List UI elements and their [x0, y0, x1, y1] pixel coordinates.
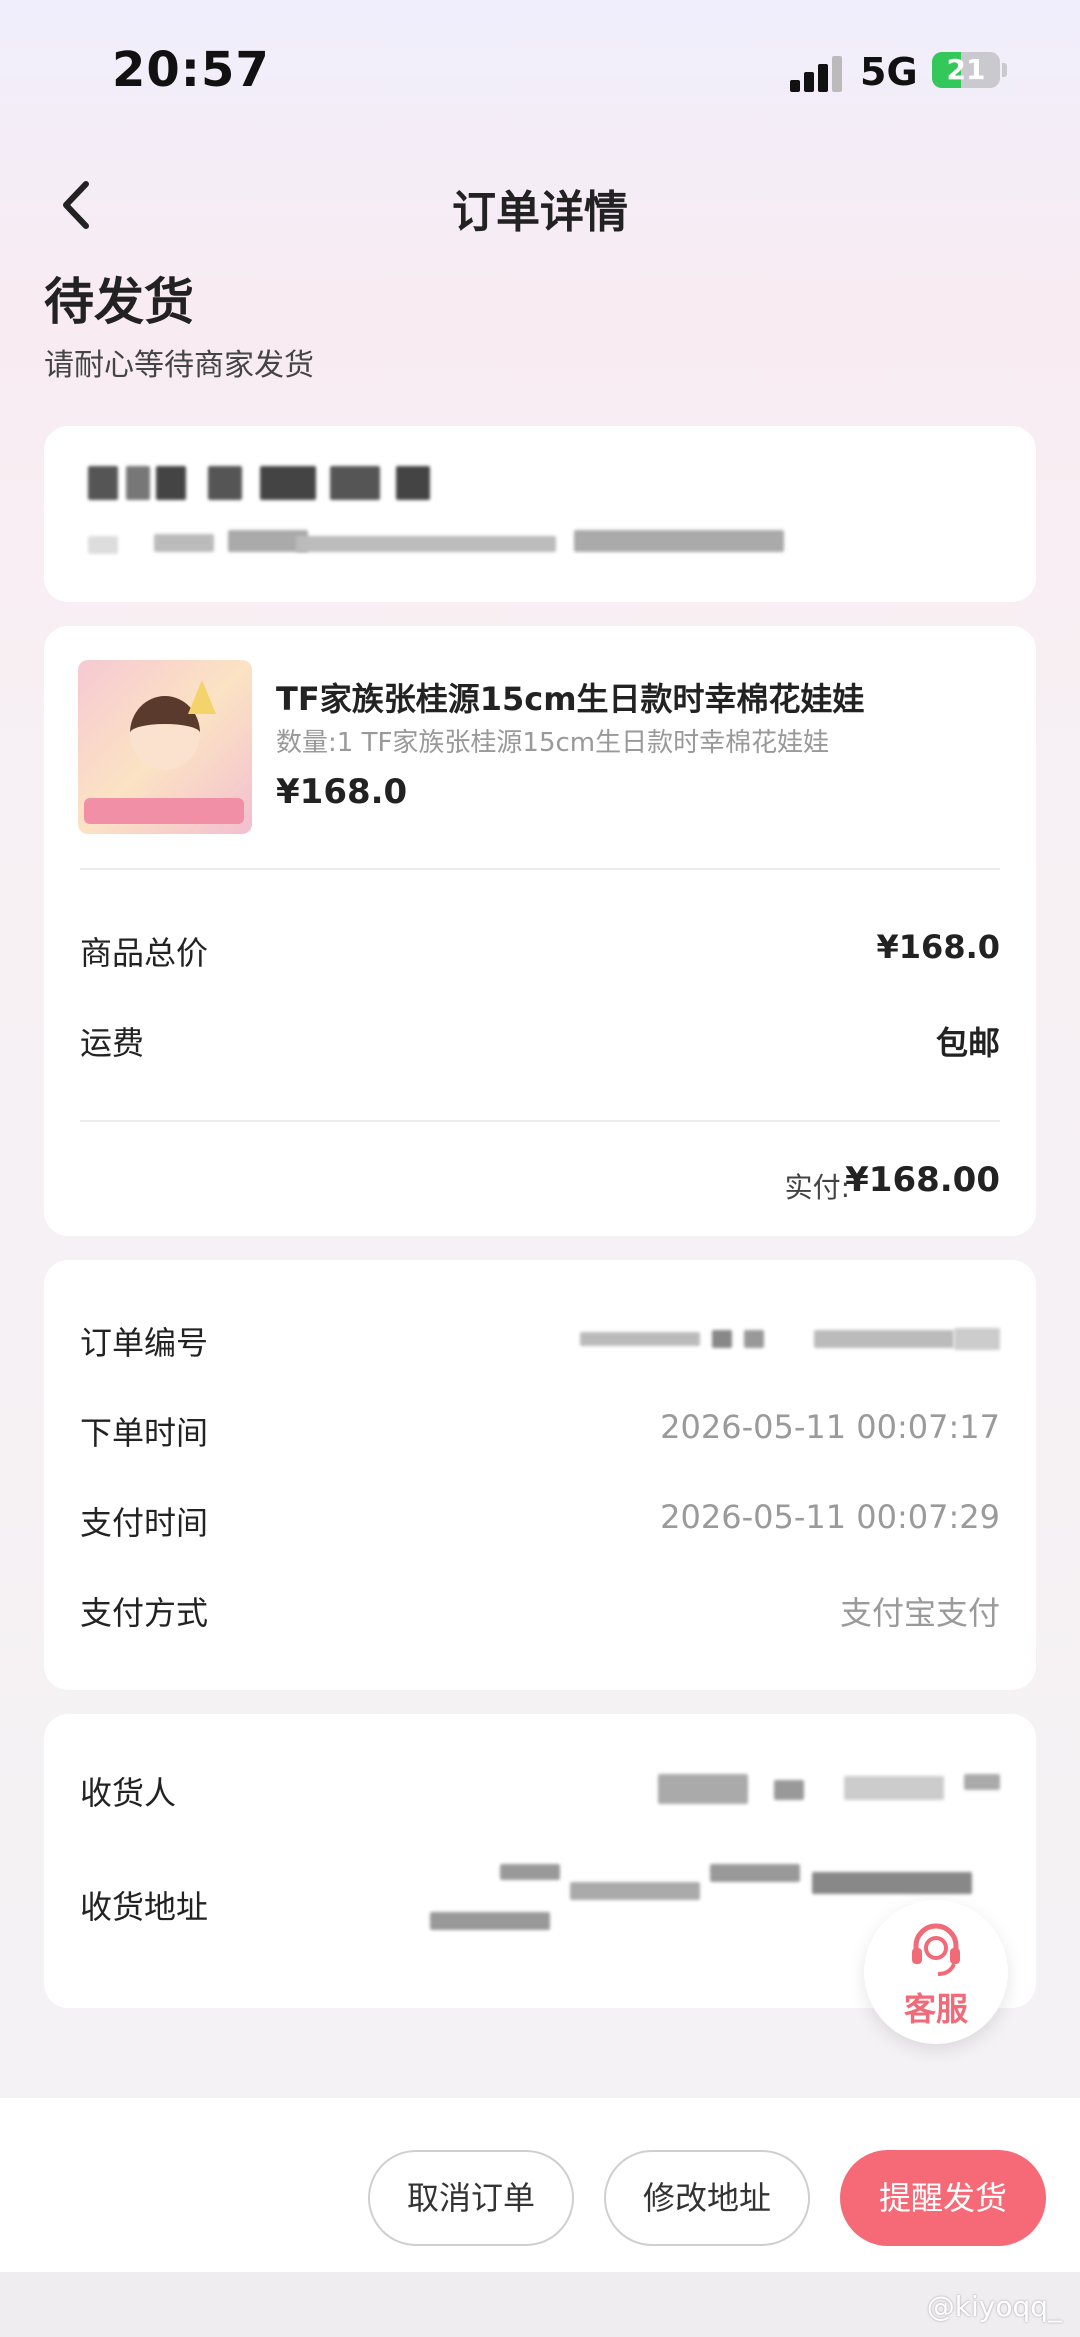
headset-icon — [912, 1923, 960, 1976]
home-indicator-area — [0, 2272, 1080, 2337]
redacted-text — [260, 466, 316, 500]
redacted-order-number — [580, 1332, 700, 1346]
order-time-value: 2026-05-11 00:07:17 — [660, 1408, 1000, 1446]
order-info-card: 订单编号 下单时间 2026-05-11 00:07:17 支付时间 2026-… — [44, 1260, 1036, 1690]
address-label: 收货地址 — [80, 1888, 209, 1926]
redacted-address — [500, 1864, 560, 1880]
nav-bar: 订单详情 — [0, 160, 1080, 250]
redacted-text — [396, 466, 430, 500]
divider — [80, 868, 1000, 870]
order-status-title: 待发货 — [44, 273, 194, 331]
product-card: TF家族张桂源15cm生日款时幸棉花娃娃 数量:1 TF家族张桂源15cm生日款… — [44, 626, 1036, 1236]
remind-shipping-button[interactable]: 提醒发货 — [840, 2150, 1046, 2246]
cancel-order-button[interactable]: 取消订单 — [368, 2150, 574, 2246]
signal-bars-icon — [790, 56, 846, 92]
goods-total-label: 商品总价 — [80, 934, 209, 972]
redacted-text — [296, 536, 556, 552]
page-title: 订单详情 — [452, 187, 628, 238]
logistics-card[interactable] — [44, 426, 1036, 602]
customer-service-label: 客服 — [903, 1990, 968, 2028]
redacted-text — [88, 466, 118, 500]
customer-service-button[interactable]: 客服 — [864, 1900, 1008, 2044]
redacted-receiver — [774, 1780, 804, 1800]
paid-label: 实付: — [784, 1171, 850, 1204]
status-bar: 20:57 5G 21 — [0, 0, 1080, 130]
redacted-receiver — [964, 1774, 1000, 1790]
pay-method-label: 支付方式 — [80, 1594, 209, 1632]
redacted-text — [88, 536, 118, 554]
redacted-text — [574, 530, 784, 552]
redacted-address — [430, 1912, 550, 1930]
image-banner — [84, 798, 244, 824]
modify-address-button[interactable]: 修改地址 — [604, 2150, 810, 2246]
network-type: 5G — [860, 50, 918, 94]
redacted-address — [710, 1864, 800, 1882]
redacted-text — [156, 466, 186, 500]
paid-value: ¥168.00 — [845, 1160, 1000, 1200]
pay-time-value: 2026-05-11 00:07:29 — [660, 1498, 1000, 1536]
redacted-address — [570, 1882, 700, 1900]
product-spec: 数量:1 TF家族张桂源15cm生日款时幸棉花娃娃 — [276, 728, 830, 758]
watermark: @kiyoqq_ — [926, 2290, 1062, 2323]
battery-tip — [1002, 63, 1007, 77]
redacted-address — [812, 1872, 972, 1894]
product-name[interactable]: TF家族张桂源15cm生日款时幸棉花娃娃 — [276, 674, 865, 720]
order-status-subtitle: 请耐心等待商家发货 — [44, 348, 314, 383]
order-time-label: 下单时间 — [80, 1414, 209, 1452]
redacted-receiver — [658, 1774, 748, 1804]
order-number-label: 订单编号 — [80, 1324, 209, 1362]
redacted-text — [126, 466, 150, 500]
status-time: 20:57 — [112, 42, 270, 98]
party-hat — [188, 680, 216, 714]
goods-total-value: ¥168.0 — [876, 928, 1000, 966]
redacted-text — [330, 466, 380, 500]
bottom-action-bar: 取消订单 修改地址 提醒发货 — [0, 2098, 1080, 2272]
product-price: ¥168.0 — [276, 772, 408, 812]
divider — [80, 1120, 1000, 1122]
pay-method-value: 支付宝支付 — [839, 1594, 1000, 1632]
shipping-value: 包邮 — [935, 1024, 1000, 1062]
redacted-order-number — [814, 1330, 954, 1348]
shipping-label: 运费 — [80, 1024, 145, 1062]
copy-button[interactable] — [954, 1328, 1000, 1350]
redacted-text — [208, 466, 242, 500]
redacted-order-number — [744, 1330, 764, 1348]
battery-charging-icon: 21 — [932, 52, 1000, 88]
redacted-order-number — [712, 1330, 732, 1348]
redacted-receiver — [844, 1776, 944, 1800]
product-image[interactable] — [78, 660, 252, 834]
redacted-text — [154, 534, 214, 552]
receiver-label: 收货人 — [80, 1774, 177, 1812]
battery-level: 21 — [946, 53, 986, 86]
pay-time-label: 支付时间 — [80, 1504, 209, 1542]
